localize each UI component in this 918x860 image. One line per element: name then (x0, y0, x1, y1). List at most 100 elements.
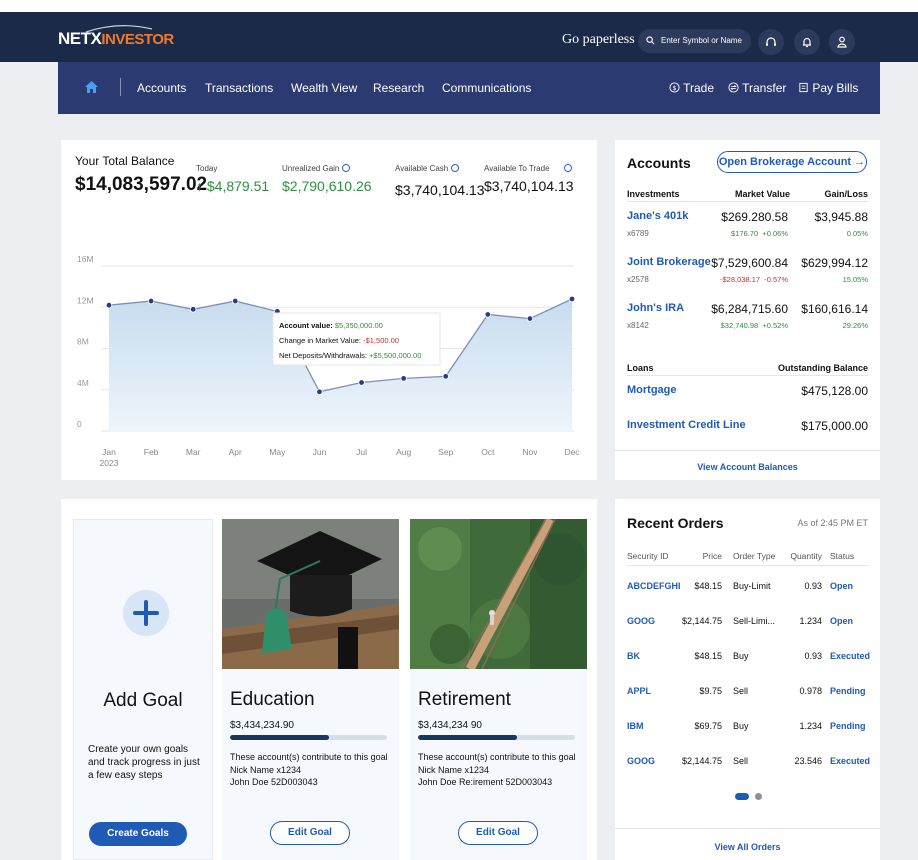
goal-education-amount: $3,434,234.90 (230, 720, 294, 731)
col-security-id: Security ID (627, 551, 669, 561)
order-security-id[interactable]: BK (627, 651, 640, 661)
home-icon[interactable] (84, 80, 99, 94)
order-quantity: 1.234 (799, 616, 822, 626)
headset-icon (766, 37, 776, 46)
nav-accounts[interactable]: Accounts (137, 81, 186, 95)
data-point-nov[interactable] (526, 315, 534, 322)
data-point-jun[interactable] (316, 388, 323, 396)
bell-icon (803, 37, 811, 48)
x-tick-label: Apr (229, 447, 242, 457)
info-icon[interactable] (451, 163, 460, 172)
nav-transactions[interactable]: Transactions (205, 81, 273, 95)
order-type: Buy (733, 651, 749, 661)
recent-orders-title: Recent Orders (627, 515, 724, 531)
add-goal-plus-button[interactable] (123, 590, 169, 636)
goal-education-panel: Education $3,434,234.90 These account(s)… (222, 519, 399, 860)
goal-retirement-amount: $3,434,234 90 (418, 720, 482, 731)
data-point-oct[interactable] (484, 311, 492, 318)
order-status[interactable]: Pending (830, 721, 866, 731)
col-price: Price (702, 551, 722, 561)
col-status: Status (830, 551, 855, 561)
order-status[interactable]: Executed (830, 756, 870, 766)
tooltip-deposits-label: Net Deposits/Withdrawals: (279, 351, 367, 360)
investments-header: Investments (627, 189, 680, 199)
today-label: Today (196, 164, 218, 173)
nav-communications[interactable]: Communications (442, 81, 531, 95)
tooltip-deposits-value: +$5,500,000.00 (369, 351, 421, 360)
data-point-mar[interactable] (189, 306, 197, 313)
x-tick-label: Mar (186, 447, 201, 457)
open-brokerage-account-button[interactable]: Open Brokerage Account → (717, 151, 867, 173)
app-window: NETXINVESTOR Go paperless Enter Symbol o… (0, 12, 918, 860)
support-button[interactable] (758, 29, 784, 55)
x-tick-label: May (269, 447, 286, 457)
info-icon[interactable] (342, 163, 351, 172)
profile-button[interactable] (829, 29, 855, 55)
edit-goal-education-button[interactable]: Edit Goal (270, 821, 350, 845)
create-goals-button[interactable]: Create Goals (89, 822, 187, 846)
view-account-balances-link[interactable]: View Account Balances (615, 462, 880, 472)
y-tick-label: 16M (77, 254, 94, 264)
svg-text:Account value: $5,350,000.00: Account value: $5,350,000.00 (279, 321, 383, 330)
symbol-search-input[interactable]: Enter Symbol or Name (638, 29, 751, 53)
loan-investment-credit-line[interactable]: Investment Credit Line (627, 419, 746, 431)
tooltip-account-label: Account value: (279, 321, 333, 330)
order-security-id[interactable]: GOOG (627, 756, 655, 766)
order-quantity: 0.93 (804, 651, 822, 661)
mortgage-balance: $475,128.00 (801, 384, 868, 398)
loan-mortgage[interactable]: Mortgage (627, 384, 677, 396)
today-value: ↑ $4,879.51 (196, 178, 270, 194)
nav-pay-bills[interactable]: Pay Bills (798, 81, 858, 95)
order-security-id[interactable]: APPL (627, 686, 651, 696)
order-status[interactable]: Open (830, 581, 853, 591)
nav-wealth-view[interactable]: Wealth View (291, 81, 357, 95)
goal-retirement-details: These account(s) contribute to this goal… (418, 752, 576, 787)
order-quantity: 0.93 (804, 581, 822, 591)
transfer-icon (728, 82, 739, 93)
view-all-orders-link[interactable]: View All Orders (615, 842, 880, 852)
x-tick-label: Feb (144, 447, 159, 457)
order-status[interactable]: Open (830, 616, 853, 626)
x-tick-label: Oct (481, 447, 495, 457)
data-point-feb[interactable] (147, 297, 155, 305)
pager-dot[interactable] (755, 793, 762, 800)
order-security-id[interactable]: ABCDEFGHI (627, 581, 681, 591)
order-price: $9.75 (699, 686, 722, 696)
order-security-id[interactable]: IBM (627, 721, 644, 731)
svg-text:Change in Market Value: -$1,50: Change in Market Value: -$1,500.00 (279, 336, 399, 345)
data-point-aug[interactable] (400, 375, 407, 382)
order-security-id[interactable]: GOOG (627, 616, 655, 626)
order-price: $69.75 (694, 721, 722, 731)
notifications-button[interactable] (794, 29, 820, 55)
pager-dot-active[interactable] (735, 793, 749, 800)
go-paperless-link[interactable]: Go paperless (562, 32, 635, 48)
info-icon[interactable] (563, 163, 572, 172)
data-point-jan[interactable] (105, 301, 113, 309)
order-status[interactable]: Executed (830, 651, 870, 661)
unrealized-gain-value: $2,790,610.26 (282, 178, 372, 194)
x-tick-label: Dec (564, 447, 580, 457)
goal-retirement-progress-fill (418, 735, 517, 740)
nav-research[interactable]: Research (373, 81, 424, 95)
edit-goal-retirement-button[interactable]: Edit Goal (458, 821, 538, 845)
x-year-label: 2023 (100, 458, 119, 468)
data-point-dec[interactable] (568, 295, 576, 303)
order-type: Buy-Limit (733, 581, 771, 591)
x-tick-label: Aug (396, 447, 411, 457)
x-tick-label: Sep (438, 447, 453, 457)
logo-swoosh-icon (85, 25, 153, 33)
divider (627, 565, 868, 566)
order-status[interactable]: Pending (830, 686, 866, 696)
order-type: Sell (733, 686, 749, 696)
data-point-sep[interactable] (442, 373, 449, 380)
nav-transfer[interactable]: Transfer (728, 81, 786, 95)
available-cash-value: $3,740,104.13 (395, 182, 485, 198)
order-type: Buy (733, 721, 749, 731)
data-point-jul[interactable] (358, 379, 365, 386)
nav-trade[interactable]: $ Trade (669, 81, 714, 95)
goal-retirement-panel: Retirement $3,434,234 90 These account(s… (410, 519, 587, 860)
tooltip-market-value: -$1,500.00 (363, 336, 399, 345)
x-tick-label: Jul (356, 447, 367, 457)
data-point-apr[interactable] (232, 297, 239, 305)
market-value-header: Market Value (735, 189, 791, 199)
